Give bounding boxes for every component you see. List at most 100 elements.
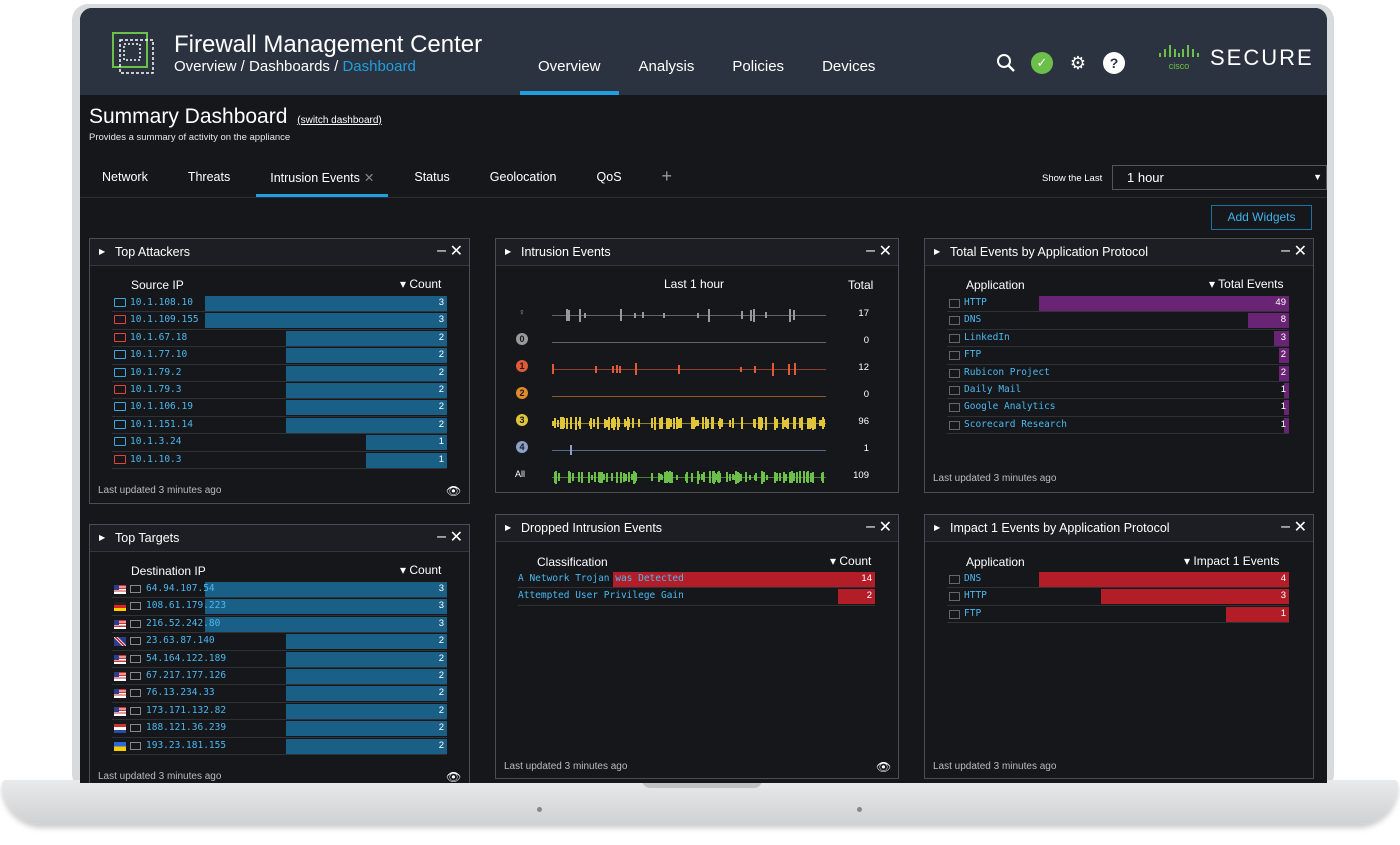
tab-threats[interactable]: Threats xyxy=(174,160,244,197)
expand-icon[interactable]: ▶ xyxy=(99,533,105,542)
ip-link[interactable]: 10.1.79.2 xyxy=(130,367,181,378)
ip-link[interactable]: 54.164.122.189 xyxy=(146,653,226,664)
column-header-classification[interactable]: Classification xyxy=(537,555,608,569)
ip-link[interactable]: 216.52.242.80 xyxy=(146,618,220,629)
list-item[interactable]: 54.164.122.189 2 xyxy=(112,651,447,668)
name-link[interactable]: Attempted User Privilege Gain xyxy=(518,590,684,601)
tab-status[interactable]: Status xyxy=(400,160,463,197)
close-icon[interactable]: ✕ xyxy=(1294,241,1307,261)
expand-icon[interactable]: ▶ xyxy=(505,523,511,532)
list-item[interactable]: DNS 4 xyxy=(947,571,1289,589)
nav-policies[interactable]: Policies xyxy=(714,8,802,95)
name-link[interactable]: DNS xyxy=(964,314,981,325)
ip-link[interactable]: 10.1.109.155 xyxy=(130,314,199,325)
ip-link[interactable]: 10.1.10.3 xyxy=(130,454,181,465)
ip-link[interactable]: 188.121.36.239 xyxy=(146,722,226,733)
close-icon[interactable]: ✕ xyxy=(450,241,463,261)
expand-icon[interactable]: ▶ xyxy=(505,247,511,256)
name-link[interactable]: Daily Mail xyxy=(964,384,1021,395)
list-item[interactable]: 188.121.36.239 2 xyxy=(112,720,447,738)
ip-link[interactable]: 10.1.79.3 xyxy=(130,384,181,395)
tab-intrusion-events[interactable]: Intrusion Events ✕ xyxy=(256,160,389,197)
expand-icon[interactable]: ▶ xyxy=(934,247,940,256)
list-item[interactable]: LinkedIn 3 xyxy=(947,330,1289,348)
minimize-icon[interactable]: – xyxy=(866,518,875,536)
list-item[interactable]: HTTP 49 xyxy=(947,295,1289,313)
close-icon[interactable]: ✕ xyxy=(879,517,892,537)
nav-devices[interactable]: Devices xyxy=(804,8,893,95)
ip-link[interactable]: 10.1.151.14 xyxy=(130,419,193,430)
list-item[interactable]: 10.1.151.14 2 xyxy=(112,417,447,435)
status-ok-icon[interactable]: ✓ xyxy=(1031,52,1053,74)
ip-link[interactable]: 23.63.87.140 xyxy=(146,635,215,646)
eye-icon[interactable]: 👁 xyxy=(446,770,461,783)
column-header-source-ip[interactable]: Source IP xyxy=(131,278,184,292)
column-header-count[interactable]: ▾ Count xyxy=(830,554,871,568)
name-link[interactable]: Scorecard Research xyxy=(964,419,1067,430)
minimize-icon[interactable]: – xyxy=(437,242,446,260)
list-item[interactable]: 216.52.242.80 3 xyxy=(112,616,447,634)
ip-link[interactable]: 193.23.181.155 xyxy=(146,740,226,751)
list-item[interactable]: 76.13.234.33 2 xyxy=(112,685,447,703)
ip-link[interactable]: 10.1.106.19 xyxy=(130,401,193,412)
ip-link[interactable]: 64.94.107.54 xyxy=(146,583,215,594)
list-item[interactable]: 10.1.79.3 2 xyxy=(112,382,447,400)
list-item[interactable]: Google Analytics 1 xyxy=(947,399,1289,417)
minimize-icon[interactable]: – xyxy=(1281,518,1290,536)
ip-link[interactable]: 173.171.132.82 xyxy=(146,705,226,716)
list-item[interactable]: 64.94.107.54 3 xyxy=(112,581,447,599)
list-item[interactable]: 67.217.177.126 2 xyxy=(112,668,447,686)
list-item[interactable]: 193.23.181.155 2 xyxy=(112,738,447,755)
list-item[interactable]: 10.1.106.19 2 xyxy=(112,399,447,417)
name-link[interactable]: DNS xyxy=(964,573,981,584)
breadcrumb-dashboards[interactable]: Dashboards xyxy=(249,58,330,75)
expand-icon[interactable]: ▶ xyxy=(934,523,940,532)
switch-dashboard-link[interactable]: (switch dashboard) xyxy=(297,115,381,126)
list-item[interactable]: FTP 1 xyxy=(947,606,1289,624)
search-icon[interactable] xyxy=(995,52,1017,74)
list-item[interactable]: 10.1.3.24 1 xyxy=(112,434,447,452)
ip-link[interactable]: 10.1.108.10 xyxy=(130,297,193,308)
name-link[interactable]: HTTP xyxy=(964,590,987,601)
name-link[interactable]: Google Analytics xyxy=(964,401,1056,412)
list-item[interactable]: 10.1.67.18 2 xyxy=(112,330,447,348)
gear-icon[interactable]: ⚙ xyxy=(1067,52,1089,74)
ip-link[interactable]: 108.61.179.223 xyxy=(146,600,226,611)
list-item[interactable]: 10.1.77.10 2 xyxy=(112,347,447,365)
classification-row[interactable]: Attempted User Privilege Gain 2 xyxy=(518,588,875,606)
add-tab-icon[interactable]: + xyxy=(648,160,687,197)
name-link[interactable]: FTP xyxy=(964,608,981,619)
column-header-application[interactable]: Application xyxy=(966,278,1025,292)
help-icon[interactable]: ? xyxy=(1103,52,1125,74)
name-link[interactable]: HTTP xyxy=(964,297,987,308)
nav-analysis[interactable]: Analysis xyxy=(621,8,713,95)
classification-row[interactable]: A Network Trojan was Detected 14 xyxy=(518,571,875,589)
breadcrumb-overview[interactable]: Overview xyxy=(174,58,237,75)
nav-overview[interactable]: Overview xyxy=(520,8,619,95)
name-link[interactable]: Rubicon Project xyxy=(964,367,1050,378)
list-item[interactable]: Rubicon Project 2 xyxy=(947,365,1289,382)
column-header-destination-ip[interactable]: Destination IP xyxy=(131,564,206,578)
list-item[interactable]: 108.61.179.223 3 xyxy=(112,598,447,616)
column-header-application[interactable]: Application xyxy=(966,555,1025,569)
column-header-total-events[interactable]: ▾ Total Events xyxy=(1209,277,1284,291)
ip-link[interactable]: 10.1.3.24 xyxy=(130,436,181,447)
column-header-impact1-events[interactable]: ▾ Impact 1 Events xyxy=(1184,554,1279,568)
list-item[interactable]: 10.1.10.3 1 xyxy=(112,452,447,469)
list-item[interactable]: 23.63.87.140 2 xyxy=(112,633,447,651)
list-item[interactable]: 10.1.79.2 2 xyxy=(112,365,447,382)
name-link[interactable]: FTP xyxy=(964,349,981,360)
close-icon[interactable]: ✕ xyxy=(1294,517,1307,537)
tab-geolocation[interactable]: Geolocation xyxy=(476,160,571,197)
minimize-icon[interactable]: – xyxy=(866,242,875,260)
close-icon[interactable]: ✕ xyxy=(450,527,463,547)
column-header-count[interactable]: ▾ Count xyxy=(400,563,441,577)
list-item[interactable]: HTTP 3 xyxy=(947,588,1289,606)
ip-link[interactable]: 10.1.67.18 xyxy=(130,332,187,343)
minimize-icon[interactable]: – xyxy=(1281,242,1290,260)
ip-link[interactable]: 67.217.177.126 xyxy=(146,670,226,681)
name-link[interactable]: A Network Trojan was Detected xyxy=(518,573,684,584)
ip-link[interactable]: 10.1.77.10 xyxy=(130,349,187,360)
ip-link[interactable]: 76.13.234.33 xyxy=(146,687,215,698)
eye-icon[interactable]: 👁 xyxy=(876,760,891,774)
